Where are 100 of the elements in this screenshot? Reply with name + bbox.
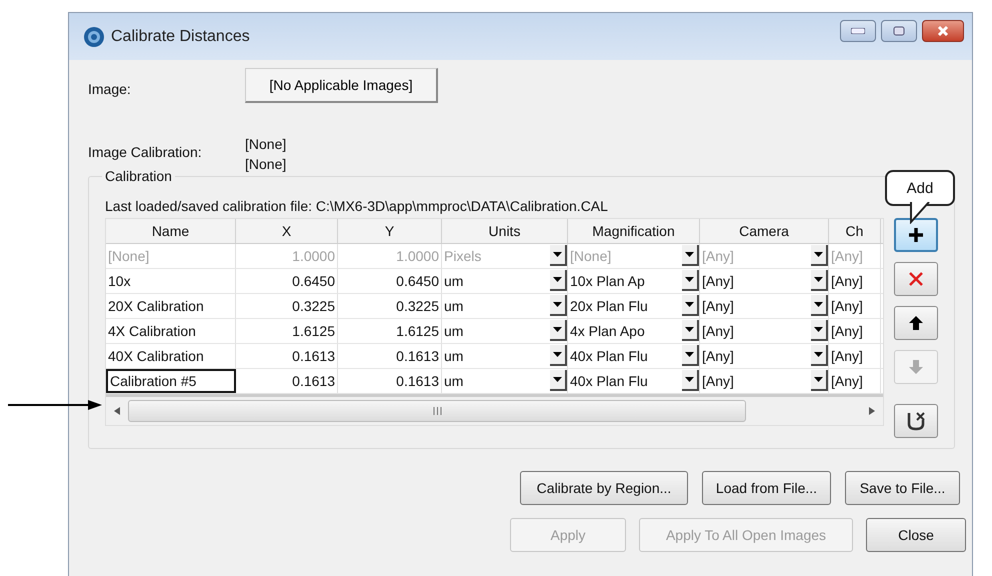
cell-value: [None] bbox=[570, 247, 612, 266]
column-header[interactable]: Camera bbox=[700, 219, 829, 243]
dropdown-cell[interactable]: um bbox=[442, 294, 568, 318]
dropdown-cell[interactable]: 4x Plan Apo bbox=[568, 319, 700, 343]
grip-icon bbox=[432, 407, 442, 415]
table-cell: 0.1613 bbox=[236, 344, 338, 368]
horizontal-scrollbar[interactable] bbox=[106, 394, 883, 425]
cell-value: 4x Plan Apo bbox=[570, 322, 645, 341]
table-cell: 0.1613 bbox=[338, 369, 442, 393]
table-row[interactable]: 4X Calibration 1.6125 1.6125 um 4x Plan Apo [Any] [Any] bbox=[106, 319, 883, 344]
table-cell: 0.6450 bbox=[236, 269, 338, 293]
delete-icon bbox=[909, 272, 923, 286]
image-calibration-value: [None] bbox=[245, 155, 286, 174]
scroll-left-icon bbox=[114, 407, 120, 415]
table-cell: [Any] bbox=[829, 294, 881, 318]
table-cell: 1.0000 bbox=[338, 244, 442, 268]
plus-icon bbox=[908, 227, 924, 243]
app-logo-icon bbox=[83, 26, 105, 48]
maximize-icon bbox=[893, 26, 905, 36]
table-cell: 1.0000 bbox=[236, 244, 338, 268]
dropdown-cell[interactable]: um bbox=[442, 344, 568, 368]
column-header[interactable]: Units bbox=[442, 219, 568, 243]
up-button[interactable] bbox=[894, 306, 938, 340]
window-title: Calibrate Distances bbox=[111, 28, 251, 46]
dropdown-cell[interactable]: um bbox=[442, 269, 568, 293]
add-button[interactable] bbox=[894, 218, 938, 252]
delete-button[interactable] bbox=[894, 262, 938, 296]
down-arrow-icon bbox=[909, 360, 923, 374]
dropdown-cell[interactable]: um bbox=[442, 369, 568, 393]
cell-value: [Any] bbox=[702, 247, 734, 266]
cell-value: um bbox=[444, 372, 464, 391]
cell-value: Pixels bbox=[444, 247, 482, 266]
dropdown-cell[interactable]: [Any] bbox=[700, 344, 829, 368]
dropdown-cell[interactable]: 40x Plan Flu bbox=[568, 369, 700, 393]
dropdown-cell[interactable]: 10x Plan Ap bbox=[568, 269, 700, 293]
column-header[interactable]: Y bbox=[338, 219, 442, 243]
table-cell: 0.1613 bbox=[236, 369, 338, 393]
dropdown-cell[interactable]: [Any] bbox=[700, 294, 829, 318]
table-row[interactable]: 10x 0.6450 0.6450 um 10x Plan Ap [Any] [Any] bbox=[106, 269, 883, 294]
minimize-icon bbox=[851, 28, 865, 34]
cell-value: 20x Plan Flu bbox=[570, 297, 648, 316]
dropdown-cell[interactable]: [Any] bbox=[700, 319, 829, 343]
table-cell: [Any] bbox=[829, 319, 881, 343]
table-cell[interactable]: 40X Calibration bbox=[106, 344, 236, 368]
table-cell: [Any] bbox=[829, 269, 881, 293]
cell-value: 10x Plan Ap bbox=[570, 272, 645, 291]
dropdown-cell[interactable]: [Any] bbox=[700, 369, 829, 393]
maximize-button[interactable] bbox=[881, 20, 917, 42]
table-cell: 1.6125 bbox=[236, 319, 338, 343]
table-cell: 1.6125 bbox=[338, 319, 442, 343]
dropdown-cell[interactable]: 20x Plan Flu bbox=[568, 294, 700, 318]
table-cell: [Any] bbox=[829, 369, 881, 393]
calibration-file-note: Last loaded/saved calibration file: C:\MX6-3D\app\mmproc\DATA\Calibration.CAL bbox=[105, 198, 608, 214]
column-header[interactable]: Magnification bbox=[568, 219, 700, 243]
cell-value: [Any] bbox=[702, 272, 734, 291]
table-cell[interactable]: 4X Calibration bbox=[106, 319, 236, 343]
table-cell: 0.3225 bbox=[236, 294, 338, 318]
cell-value: [Any] bbox=[702, 347, 734, 366]
column-header[interactable]: Ch bbox=[829, 219, 881, 243]
cell-value: 40x Plan Flu bbox=[570, 347, 648, 366]
clear-button[interactable] bbox=[894, 404, 938, 438]
image-calibration-label: Image Calibration: bbox=[88, 143, 203, 160]
image-select-button[interactable]: [No Applicable Images] bbox=[245, 68, 438, 103]
column-header[interactable]: X bbox=[236, 219, 338, 243]
up-arrow-icon bbox=[909, 316, 923, 330]
table-cell[interactable]: 10x bbox=[106, 269, 236, 293]
table-cell: [Any] bbox=[829, 344, 881, 368]
dialog-button[interactable]: Save to File... bbox=[845, 471, 960, 505]
table-row[interactable]: 20X Calibration 0.3225 0.3225 um 20x Plan Flu [Any] [Any] bbox=[106, 294, 883, 319]
dropdown-cell[interactable]: 40x Plan Flu bbox=[568, 344, 700, 368]
cell-value: um bbox=[444, 322, 464, 341]
cell-value: 40x Plan Flu bbox=[570, 372, 648, 391]
minimize-button[interactable] bbox=[840, 20, 876, 42]
scroll-right-icon bbox=[869, 407, 875, 415]
column-header[interactable]: Name bbox=[106, 219, 236, 243]
dialog-button[interactable]: Load from File... bbox=[702, 471, 831, 505]
cell-value: [Any] bbox=[702, 322, 734, 341]
table-row[interactable]: 40X Calibration 0.1613 0.1613 um 40x Plan Flu [Any] [Any] bbox=[106, 344, 883, 369]
table-cell: 0.3225 bbox=[338, 294, 442, 318]
dropdown-cell[interactable]: [Any] bbox=[700, 269, 829, 293]
dialog-button[interactable]: Close bbox=[866, 518, 966, 552]
table-cell[interactable]: Calibration #5 bbox=[106, 369, 236, 393]
cell-value: um bbox=[444, 272, 464, 291]
table-cell: 0.6450 bbox=[338, 269, 442, 293]
cell-value: um bbox=[444, 347, 464, 366]
cell-value: [Any] bbox=[702, 372, 734, 391]
table-cell: [Any] bbox=[829, 244, 881, 268]
cell-value: um bbox=[444, 297, 464, 316]
group-title: Calibration bbox=[104, 168, 173, 184]
bracket-x-icon bbox=[906, 411, 926, 431]
scrollbar-thumb[interactable] bbox=[128, 400, 746, 422]
table-cell[interactable]: 20X Calibration bbox=[106, 294, 236, 318]
table-row[interactable]: Calibration #5 0.1613 0.1613 um 40x Plan Flu [Any] [Any] bbox=[106, 369, 883, 394]
dropdown-cell[interactable]: um bbox=[442, 319, 568, 343]
image-label: Image: bbox=[88, 80, 132, 96]
close-icon bbox=[937, 25, 949, 37]
image-calibration-value: [None] bbox=[245, 135, 286, 154]
dialog-button[interactable]: Calibrate by Region... bbox=[520, 471, 688, 505]
close-button[interactable] bbox=[922, 20, 964, 42]
cell-value: [Any] bbox=[702, 297, 734, 316]
